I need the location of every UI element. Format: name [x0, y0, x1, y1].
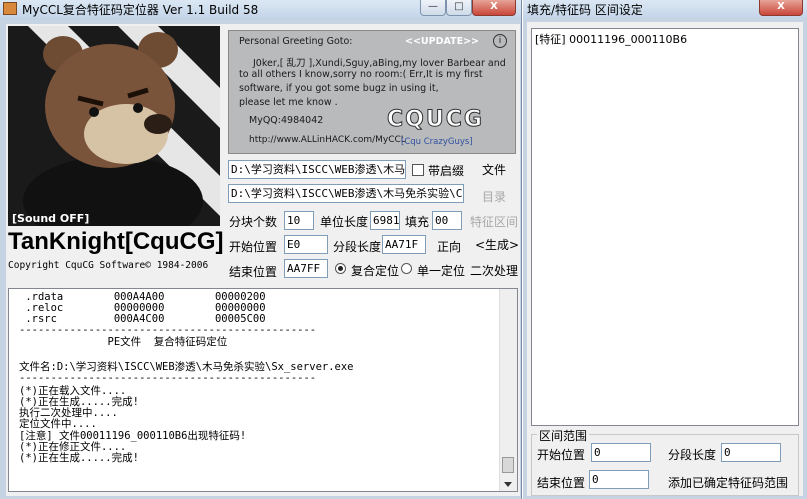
segment-length-label: 分段长度 — [333, 240, 382, 254]
update-link[interactable]: <<UPDATE>> — [405, 36, 479, 47]
fill-end-input[interactable]: 0 — [589, 470, 649, 489]
feature-region-button[interactable]: 特征区间 — [470, 213, 518, 230]
radio-compound[interactable] — [335, 263, 346, 274]
log-line: PE文件 复合特征码定位 — [19, 336, 228, 348]
radio-single-label: 单一定位 — [417, 264, 466, 278]
feature-list[interactable]: [特征] 00011196_000110B6 — [531, 28, 799, 426]
website-link[interactable]: http://www.ALLinHACK.com/MyCCL — [249, 135, 406, 145]
start-position-label: 开始位置 — [229, 240, 278, 254]
log-line: 定位文件中.... — [19, 418, 97, 430]
radio-compound-dot — [338, 266, 343, 271]
dir-path-input[interactable]: D:\学习资料\ISCC\WEB渗透\木马免杀实验\C — [228, 184, 464, 203]
fill-window-title: 填充/特征码 区间设定 — [527, 3, 643, 17]
main-window: MyCCL复合特征码定位器 Ver 1.1 Build 58 — □ X [So… — [0, 0, 522, 499]
fill-close-button[interactable]: X — [759, 0, 803, 16]
close-button[interactable]: X — [472, 0, 516, 16]
fill-start-label: 开始位置 — [537, 448, 586, 462]
main-titlebar: MyCCL复合特征码定位器 Ver 1.1 Build 58 — □ X — [0, 0, 521, 18]
log-line: ----------------------------------------… — [19, 324, 317, 336]
brand-title: TanKnight[CquCG] — [8, 228, 224, 255]
fill-end-label: 结束位置 — [537, 476, 586, 490]
qq-text: MyQQ:4984042 — [249, 115, 324, 126]
cqucg-logo-sub: [Cqu CrazyGuys] — [401, 137, 473, 147]
end-position-input[interactable]: AA7FF — [284, 259, 328, 278]
greeting-panel: Personal Greeting Goto: <<UPDATE>> i J0k… — [228, 30, 516, 154]
bear-image: [Sound OFF] — [8, 26, 220, 226]
block-count-label: 分块个数 — [229, 215, 278, 229]
greeting-line-2: to all others I know,sorry no room:( Err… — [239, 69, 483, 80]
log-line: ----------------------------------------… — [19, 372, 317, 384]
main-window-title: MyCCL复合特征码定位器 Ver 1.1 Build 58 — [22, 3, 259, 17]
fill-input[interactable]: 00 — [432, 211, 462, 230]
log-line: (*)正在生成.....完成! — [19, 452, 139, 464]
generate-button[interactable]: <生成> — [475, 236, 519, 253]
fill-label: 填充 — [405, 215, 430, 229]
dir-button[interactable]: 目录 — [482, 188, 506, 205]
file-button[interactable]: 文件 — [482, 161, 506, 178]
segment-length-input[interactable]: AA71F — [382, 235, 426, 254]
end-position-label: 结束位置 — [229, 265, 278, 279]
unit-length-input[interactable]: 69819 — [370, 211, 400, 230]
start-position-input[interactable]: E0 — [284, 235, 328, 254]
radio-compound-label: 复合定位 — [351, 264, 400, 278]
greeting-heading: Personal Greeting Goto: — [239, 36, 353, 47]
fill-seg-len-label: 分段长度 — [668, 448, 717, 462]
unit-length-label: 单位长度 — [320, 215, 369, 229]
add-range-button[interactable]: 添加已确定特征码范围 — [668, 474, 788, 491]
greeting-line-1: J0ker,[ 乱刀 ],Xundi,Sguy,aBing,my lover B… — [253, 58, 506, 69]
log-lines: .rdata 000A4A00 00000200 .reloc 00000000… — [9, 289, 499, 491]
block-count-input[interactable]: 10 — [284, 211, 314, 230]
greeting-line-3: software, if you got some bugz in using … — [239, 83, 439, 94]
scroll-thumb[interactable] — [502, 457, 514, 473]
fill-seg-len-input[interactable]: 0 — [721, 443, 781, 462]
fill-window: 填充/特征码 区间设定 X [特征] 00011196_000110B6 区间范… — [523, 0, 807, 499]
radio-single[interactable] — [401, 263, 412, 274]
info-icon[interactable]: i — [493, 34, 507, 48]
bear-illustration — [23, 26, 220, 226]
sound-toggle[interactable]: [Sound OFF] — [12, 212, 89, 225]
copyright-text: Copyright CquCG Software© 1984-2006 — [8, 260, 209, 271]
forward-button[interactable]: 正向 — [437, 238, 461, 255]
fill-titlebar: 填充/特征码 区间设定 X — [523, 0, 807, 18]
greeting-line-4: please let me know . — [239, 97, 338, 108]
prefix-checkbox-label: 带启缀 — [428, 164, 465, 178]
range-group-label: 区间范围 — [537, 427, 590, 444]
app-icon — [3, 2, 17, 15]
scroll-down-arrow-icon[interactable] — [504, 482, 512, 487]
second-process-button[interactable]: 二次处理 — [470, 262, 518, 279]
cqucg-logo: CQUCG — [387, 107, 484, 133]
feature-list-item[interactable]: [特征] 00011196_000110B6 — [535, 31, 687, 47]
log-scrollbar[interactable] — [499, 289, 517, 491]
log-textarea[interactable]: .rdata 000A4A00 00000200 .reloc 00000000… — [8, 288, 518, 492]
maximize-button[interactable]: □ — [446, 0, 472, 16]
prefix-checkbox[interactable] — [412, 164, 424, 176]
fill-start-input[interactable]: 0 — [591, 443, 651, 462]
file-path-input[interactable]: D:\学习资料\ISCC\WEB渗透\木马 — [228, 160, 406, 179]
minimize-button[interactable]: — — [420, 0, 446, 16]
